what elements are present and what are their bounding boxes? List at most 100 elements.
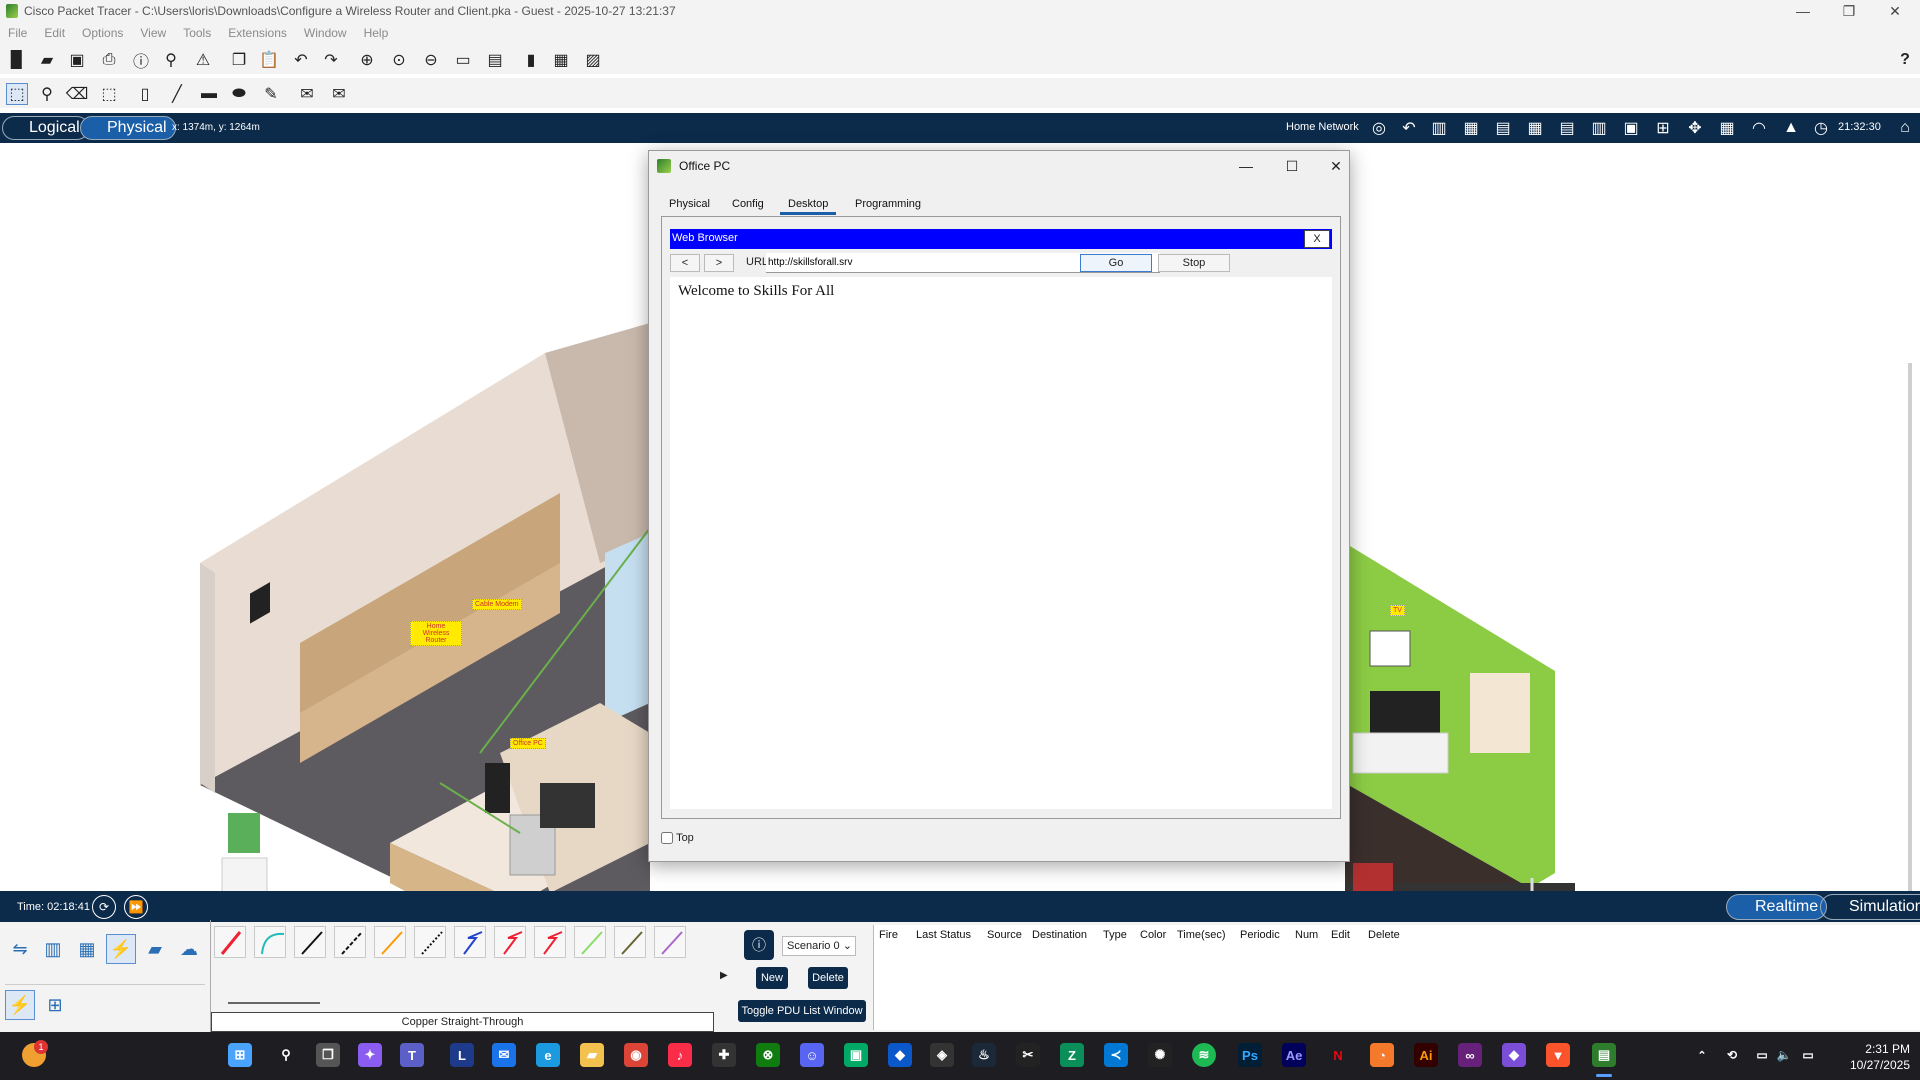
taskbar-date[interactable]: 10/27/2025: [1830, 1058, 1910, 1072]
game-icon[interactable]: ✚: [712, 1043, 736, 1067]
tv-label[interactable]: TV: [1390, 605, 1405, 616]
blender-icon[interactable]: ◔: [1370, 1043, 1394, 1067]
discord-icon[interactable]: ☺: [800, 1043, 824, 1067]
office-pc-label[interactable]: Office PC: [510, 738, 546, 749]
scenario-select[interactable]: Scenario 0 ⌄: [782, 936, 856, 956]
chrome-icon[interactable]: ◉: [624, 1043, 648, 1067]
zoom-reset-icon[interactable]: ⊙: [388, 49, 410, 71]
location-breadcrumb[interactable]: Home Network: [1286, 121, 1359, 133]
move-icon[interactable]: ✥: [1682, 116, 1708, 140]
logical-view-button[interactable]: Logical: [2, 116, 89, 140]
new-file-icon[interactable]: ▉: [6, 49, 28, 71]
menu-window[interactable]: Window: [296, 22, 356, 40]
taskbar-time[interactable]: 2:31 PM: [1830, 1042, 1910, 1056]
tray-chevron-up-icon[interactable]: ⌃: [1690, 1043, 1714, 1067]
power-cycle-icon[interactable]: ⟳: [92, 895, 116, 919]
tray-battery-icon[interactable]: ▭: [1796, 1043, 1820, 1067]
cable-modem-label[interactable]: Cable Modem: [472, 599, 522, 610]
grid-icon[interactable]: ⊞: [1650, 116, 1676, 140]
router-label[interactable]: Home Wireless Router: [410, 621, 462, 646]
file-explorer-icon[interactable]: ▰: [580, 1043, 604, 1067]
physical-view-button[interactable]: Physical: [80, 116, 176, 140]
menu-options[interactable]: Options: [74, 22, 132, 40]
close-button[interactable]: ✕: [1872, 0, 1918, 22]
sheets-icon[interactable]: Z: [1060, 1043, 1084, 1067]
menu-tools[interactable]: Tools: [175, 22, 220, 40]
fast-forward-icon[interactable]: ⏩: [124, 895, 148, 919]
mail-icon[interactable]: ✉: [492, 1043, 516, 1067]
photoshop-icon[interactable]: Ps: [1238, 1043, 1262, 1067]
back-icon[interactable]: ↶: [1396, 116, 1422, 140]
dialog-maximize-button[interactable]: ☐: [1277, 155, 1307, 177]
freeform-tool-icon[interactable]: ✎: [260, 83, 282, 105]
xbox-icon[interactable]: ⊗: [756, 1043, 780, 1067]
new-table-icon[interactable]: ▦: [1522, 116, 1548, 140]
tab-physical[interactable]: Physical: [661, 193, 718, 215]
menu-file[interactable]: File: [0, 22, 36, 40]
structured-cabling-icon[interactable]: ⊞: [40, 990, 70, 1020]
panel-expand-arrow[interactable]: ▶: [720, 970, 728, 981]
tray-volume-icon[interactable]: 🔈: [1772, 1043, 1796, 1067]
new-closet-icon[interactable]: ▣: [1618, 116, 1644, 140]
app-l-icon[interactable]: L: [450, 1043, 474, 1067]
home-icon[interactable]: ⌂: [1892, 116, 1918, 140]
wireless-range-icon[interactable]: ◠: [1746, 116, 1772, 140]
vscode-icon[interactable]: ≺: [1104, 1043, 1128, 1067]
navigation-icon[interactable]: ◎: [1366, 116, 1392, 140]
note-icon[interactable]: ▯: [134, 83, 156, 105]
delete-scenario-button[interactable]: Delete: [808, 967, 848, 989]
dialog-minimize-button[interactable]: —: [1231, 155, 1261, 177]
edge-icon[interactable]: e: [536, 1043, 560, 1067]
network-devices-icon[interactable]: ⇋: [5, 934, 35, 964]
info-icon[interactable]: ⓘ: [130, 49, 152, 71]
delete-tool-icon[interactable]: ⌫: [66, 83, 89, 105]
tab-desktop[interactable]: Desktop: [780, 193, 837, 215]
realtime-mode-button[interactable]: Realtime: [1726, 894, 1828, 920]
misc-icon[interactable]: ▰: [140, 934, 170, 964]
menu-help[interactable]: Help: [356, 22, 398, 40]
open-folder-icon[interactable]: ▰: [36, 49, 58, 71]
save-icon[interactable]: ▣: [66, 49, 88, 71]
zoom-out-icon[interactable]: ⊖: [420, 49, 442, 71]
connection-type-icon[interactable]: ⚡: [5, 990, 35, 1020]
image-icon[interactable]: ▨: [582, 49, 604, 71]
tray-display-icon[interactable]: ▭: [1750, 1043, 1774, 1067]
davinci-icon[interactable]: ◈: [930, 1043, 954, 1067]
browser-back-button[interactable]: <: [670, 254, 700, 272]
top-checkbox[interactable]: [661, 832, 673, 845]
help-icon[interactable]: ?: [1894, 49, 1916, 71]
obsidian-icon[interactable]: ◆: [1502, 1043, 1526, 1067]
inspect-icon[interactable]: ⚲: [36, 83, 58, 105]
cable-scroll-handle[interactable]: [228, 1002, 320, 1004]
netflix-icon[interactable]: N: [1326, 1043, 1350, 1067]
capcut-icon[interactable]: ✂: [1016, 1043, 1040, 1067]
redo-icon[interactable]: ↷: [320, 49, 342, 71]
dialog-close-button[interactable]: ✕: [1321, 155, 1351, 177]
new-scenario-button[interactable]: New: [756, 967, 788, 989]
chatgpt-icon[interactable]: ✺: [1148, 1043, 1172, 1067]
new-building-icon[interactable]: ▥: [1426, 116, 1452, 140]
zoom-in-icon[interactable]: ⊕: [356, 49, 378, 71]
menu-edit[interactable]: Edit: [36, 22, 74, 40]
tab-config[interactable]: Config: [724, 193, 772, 215]
drawing-palette-icon[interactable]: ▭: [452, 49, 474, 71]
copy-icon[interactable]: ❐: [228, 49, 250, 71]
maximize-button[interactable]: ❐: [1826, 0, 1872, 22]
browser-stop-button[interactable]: Stop: [1158, 254, 1230, 272]
store-icon[interactable]: ▣: [844, 1043, 868, 1067]
after-effects-icon[interactable]: Ae: [1282, 1043, 1306, 1067]
start-button-icon[interactable]: ⊞: [228, 1043, 252, 1067]
app-blue-icon[interactable]: ◆: [888, 1043, 912, 1067]
new-shelf-icon[interactable]: ▥: [1586, 116, 1612, 140]
packet-tracer-taskbar-icon[interactable]: ▤: [1592, 1043, 1616, 1067]
complex-pdu-icon[interactable]: ✉: [328, 83, 350, 105]
connections-icon[interactable]: ⚡: [106, 934, 136, 964]
select-tool-icon[interactable]: ⬚: [6, 83, 28, 105]
minimize-button[interactable]: —: [1780, 0, 1826, 22]
browser-go-button[interactable]: Go: [1080, 254, 1152, 272]
custom-devices-icon[interactable]: ▤: [484, 49, 506, 71]
workspace-scrollbar[interactable]: [1908, 363, 1912, 891]
ellipse-tool-icon[interactable]: ⬬: [228, 83, 250, 105]
toggle-pdu-list-button[interactable]: Toggle PDU List Window: [738, 1000, 866, 1022]
new-room-icon[interactable]: ▦: [1458, 116, 1484, 140]
